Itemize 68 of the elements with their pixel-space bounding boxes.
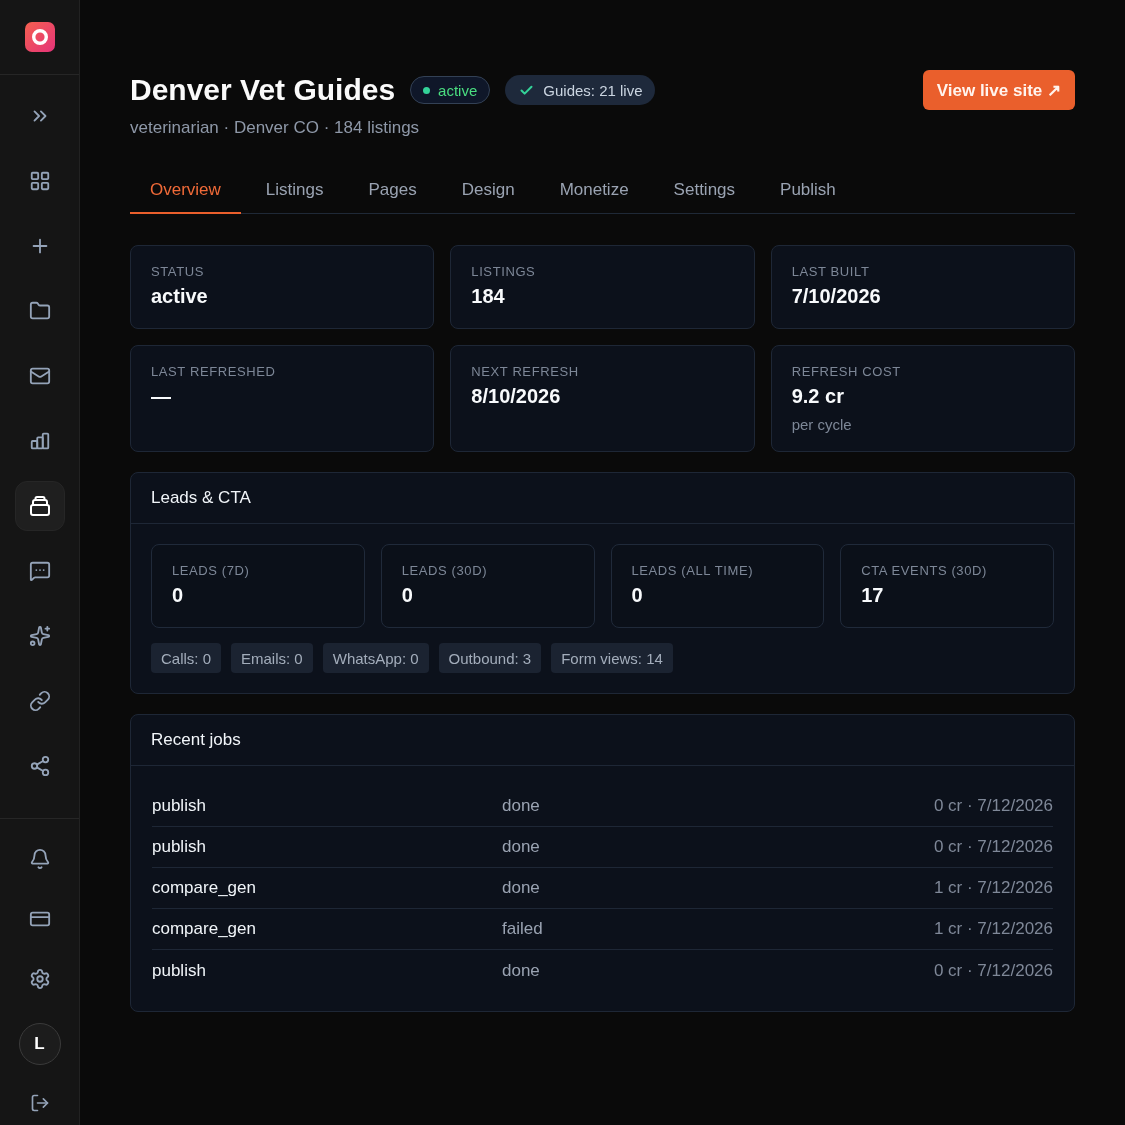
job-meta: 0 cr · 7/12/2026 [933, 796, 1053, 816]
count-tag: Calls: 0 [151, 643, 222, 673]
guides-badge-label: Guides: 21 live [543, 81, 643, 99]
metric-label: CTA EVENTS (30D) [861, 563, 988, 578]
status-dot-icon [423, 86, 431, 94]
job-status: failed [502, 919, 544, 939]
page-subtitle: veterinarian · Denver CO · 184 listings [130, 118, 421, 138]
metric-label: LEADS (ALL TIME) [631, 563, 755, 578]
logout-icon [29, 1093, 50, 1113]
stat-note: per cycle [791, 416, 853, 433]
metric-value: 0 [172, 584, 185, 607]
job-name: compare_gen [152, 878, 257, 898]
stat-label: LAST REFRESHED [151, 364, 277, 379]
metric-value: 0 [401, 584, 414, 607]
job-meta: 0 cr · 7/12/2026 [933, 837, 1053, 857]
metric-label: LEADS (7D) [172, 563, 251, 578]
page-title: Denver Vet Guides [130, 73, 396, 107]
sidebar-nav-button[interactable] [14, 480, 65, 531]
stat-value: active [151, 285, 209, 308]
job-status: done [502, 878, 541, 898]
job-meta: 1 cr · 7/12/2026 [933, 878, 1053, 898]
stat-label: LISTINGS [471, 264, 537, 279]
tab[interactable]: Listings [245, 168, 344, 214]
job-name: publish [152, 796, 207, 816]
folder-icon [28, 299, 51, 322]
stat-label: STATUS [151, 264, 205, 279]
metric-value: 0 [631, 584, 644, 607]
stat-value: 9.2 cr [791, 385, 845, 408]
job-name: publish [152, 837, 207, 857]
stacked-tray-icon [27, 493, 52, 518]
sparkles-icon [28, 624, 51, 647]
stat-label: REFRESH COST [791, 364, 902, 379]
logo-icon [24, 21, 55, 52]
chat-bubble-icon [28, 559, 51, 582]
count-tag: WhatsApp: 0 [322, 643, 429, 673]
job-name: publish [152, 960, 207, 981]
tab[interactable]: Overview [130, 168, 241, 214]
settings-icon [28, 968, 51, 990]
stat-value: 7/10/2026 [791, 285, 882, 308]
stat-value: 184 [471, 285, 506, 308]
tab[interactable]: Publish [760, 168, 856, 214]
stat-label: NEXT REFRESH [471, 364, 580, 379]
metric-value: 17 [861, 584, 885, 607]
panel-title: Recent jobs [151, 730, 241, 750]
metric-label: LEADS (30D) [401, 563, 489, 578]
tab[interactable]: Settings [653, 168, 756, 214]
job-status: done [502, 796, 541, 816]
job-meta: 0 cr · 7/12/2026 [933, 960, 1053, 981]
status-badge-label: active [438, 81, 478, 99]
bell-icon [28, 848, 51, 870]
stat-value: 8/10/2026 [471, 385, 562, 408]
share-icon [28, 754, 51, 777]
count-tag: Emails: 0 [231, 643, 313, 673]
tab[interactable]: Monetize [539, 168, 649, 214]
grid-icon [28, 169, 51, 192]
stat-value: — [151, 385, 172, 408]
link-icon [28, 689, 51, 712]
count-tag: Outbound: 3 [438, 643, 542, 673]
job-status: done [502, 960, 541, 981]
tab[interactable]: Design [441, 168, 535, 214]
job-status: done [502, 837, 541, 857]
job-name: compare_gen [152, 919, 257, 939]
tab[interactable]: Pages [348, 168, 437, 214]
avatar-button[interactable]: L [18, 1023, 61, 1065]
stat-label: LAST BUILT [791, 264, 871, 279]
panel-title: Leads & CTA [151, 488, 251, 508]
count-tag: Form views: 14 [551, 643, 673, 673]
job-meta: 1 cr · 7/12/2026 [933, 919, 1053, 939]
